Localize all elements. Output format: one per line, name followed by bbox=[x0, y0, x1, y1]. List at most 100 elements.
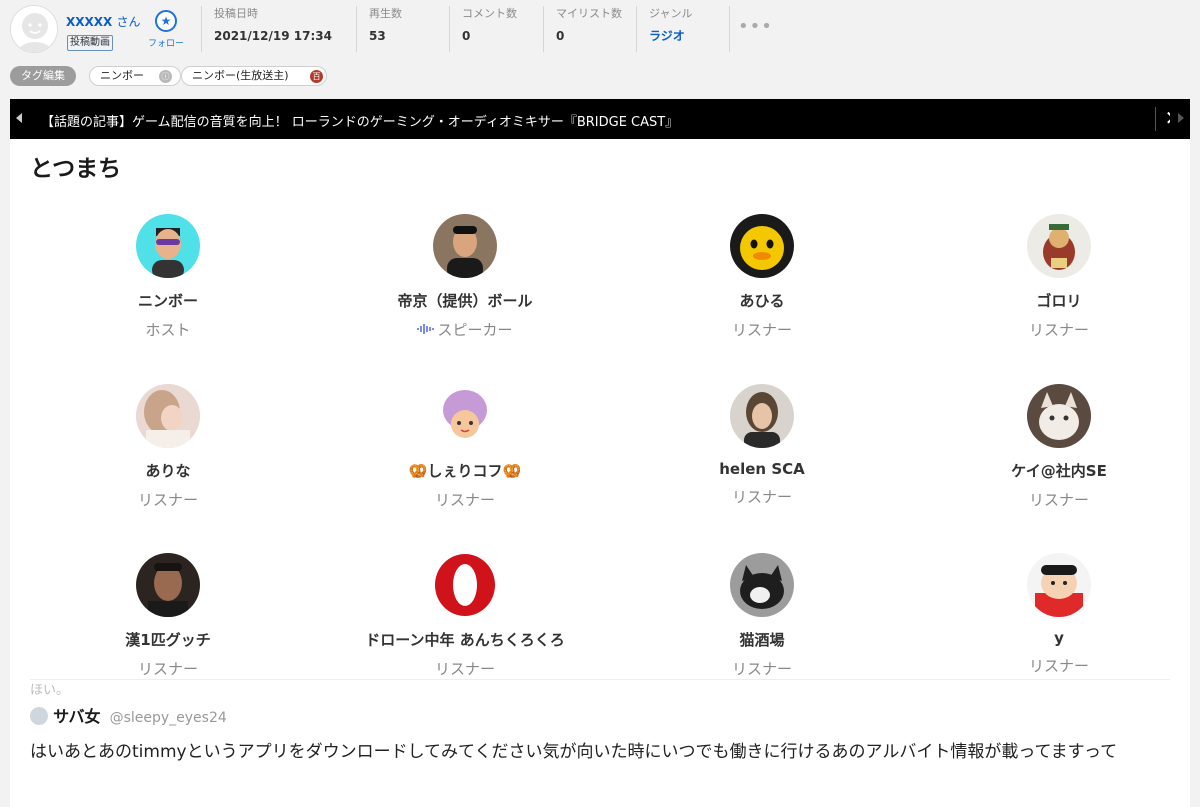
stat-label: 投稿日時 bbox=[214, 7, 258, 20]
member-card[interactable]: 漢1匹グッチ リスナー bbox=[38, 553, 298, 679]
member-card[interactable]: ドローン中年 あんちくろくろ リスナー bbox=[335, 553, 595, 679]
member-card[interactable]: 猫酒場 リスナー bbox=[632, 553, 892, 679]
member-name: ドローン中年 あんちくろくろ bbox=[365, 631, 565, 649]
default-avatar-icon bbox=[11, 6, 57, 52]
comment-handle: @sleepy_eyes24 bbox=[109, 710, 227, 726]
person-avatar-icon bbox=[433, 214, 497, 278]
tag-label[interactable]: ニンボー bbox=[100, 69, 144, 82]
tag-label[interactable]: ニンボー(生放送主) bbox=[192, 69, 289, 82]
opera-logo-icon bbox=[433, 553, 497, 617]
dictionary-icon[interactable]: ⓘ bbox=[159, 70, 172, 83]
member-card[interactable]: ケイ@社内SE リスナー bbox=[929, 384, 1189, 510]
person-avatar-icon bbox=[136, 384, 200, 448]
star-icon: ★ bbox=[155, 10, 177, 32]
member-name: 🥨しぇりコフ🥨 bbox=[408, 462, 522, 480]
comment-body: はいあとあのtimmyというアプリをダウンロードしてみてください気が向いた時にい… bbox=[30, 742, 1118, 762]
user-name-link[interactable]: XXXXX さん bbox=[66, 13, 140, 30]
member-card[interactable]: 🥨しぇりコフ🥨 リスナー bbox=[335, 384, 595, 510]
next-arrow-icon[interactable] bbox=[1178, 113, 1184, 123]
user-suffix: さん bbox=[116, 15, 141, 29]
news-divider bbox=[1155, 107, 1156, 131]
member-name: 漢1匹グッチ bbox=[125, 631, 211, 649]
member-role: ホスト bbox=[145, 321, 191, 339]
posted-videos-badge[interactable]: 投稿動画 bbox=[67, 35, 113, 51]
stat-label: 再生数 bbox=[369, 7, 402, 20]
follow-button[interactable]: ★ フォロー bbox=[146, 10, 186, 49]
character-avatar-icon bbox=[1027, 553, 1091, 617]
stat-posted-date: 投稿日時 2021/12/19 17:34 bbox=[201, 6, 356, 52]
member-card[interactable]: y リスナー bbox=[929, 553, 1189, 676]
member-avatar bbox=[1027, 553, 1091, 617]
member-card[interactable]: helen SCA リスナー bbox=[632, 384, 892, 507]
tag-item[interactable]: ニンボー(生放送主) 百 bbox=[181, 66, 327, 86]
video-info-header: XXXXX さん 投稿動画 ★ フォロー 投稿日時 2021/12/19 17:… bbox=[0, 0, 1200, 62]
person-avatar-icon bbox=[136, 553, 200, 617]
member-avatar bbox=[136, 384, 200, 448]
member-avatar bbox=[1027, 214, 1091, 278]
stat-value: 0 bbox=[556, 29, 565, 43]
stat-value: 53 bbox=[369, 29, 386, 43]
member-avatar bbox=[136, 214, 200, 278]
person-avatar-icon bbox=[136, 214, 200, 278]
member-card[interactable]: ありな リスナー bbox=[38, 384, 298, 510]
member-avatar bbox=[433, 384, 497, 448]
member-avatar bbox=[730, 214, 794, 278]
news-banner[interactable]: 【話題の記事】ゲーム配信の音質を向上！ ローランドのゲーミング・オーディオミキサ… bbox=[10, 99, 1190, 139]
character-avatar-icon bbox=[1027, 214, 1091, 278]
user-avatar[interactable] bbox=[10, 5, 58, 53]
member-card[interactable]: ゴロリ リスナー bbox=[929, 214, 1189, 340]
member-name: y bbox=[1054, 629, 1064, 647]
follow-label: フォロー bbox=[147, 39, 184, 49]
previous-comment-fragment: ほい。 bbox=[30, 683, 70, 698]
member-name: ゴロリ bbox=[1036, 292, 1082, 310]
member-role: リスナー bbox=[434, 491, 495, 509]
member-avatar bbox=[433, 214, 497, 278]
stat-label: ジャンル bbox=[649, 7, 693, 20]
tag-item[interactable]: ニンボー ⓘ bbox=[89, 66, 181, 86]
member-role: リスナー bbox=[137, 491, 198, 509]
prev-arrow-icon[interactable] bbox=[16, 113, 22, 123]
member-role: リスナー bbox=[731, 660, 792, 678]
stat-mylist: マイリスト数 0 bbox=[543, 6, 636, 52]
member-card[interactable]: あひる リスナー bbox=[632, 214, 892, 340]
news-headline[interactable]: 【話題の記事】ゲーム配信の音質を向上！ ローランドのゲーミング・オーディオミキサ… bbox=[41, 111, 678, 130]
member-name: ニンボー bbox=[137, 292, 198, 310]
video-player[interactable]: 【話題の記事】ゲーム配信の音質を向上！ ローランドのゲーミング・オーディオミキサ… bbox=[10, 99, 1190, 807]
speaking-wave-icon bbox=[417, 324, 435, 334]
comment-item: サバ女 @sleepy_eyes24 はいあとあのtimmyというアプリをダウン… bbox=[30, 703, 1190, 765]
member-name: あひる bbox=[739, 292, 785, 310]
stat-value: 2021/12/19 17:34 bbox=[214, 29, 332, 43]
genre-link[interactable]: ラジオ bbox=[649, 27, 729, 45]
cat-avatar-icon bbox=[1027, 384, 1091, 448]
member-card[interactable]: ニンボー ホスト bbox=[38, 214, 298, 340]
member-card[interactable]: 帝京（提供）ボール スピーカー bbox=[335, 214, 595, 340]
member-role: リスナー bbox=[1028, 321, 1089, 339]
member-role: リスナー bbox=[434, 660, 495, 678]
member-avatar bbox=[730, 553, 794, 617]
member-avatar bbox=[136, 553, 200, 617]
stat-label: マイリスト数 bbox=[556, 7, 622, 20]
character-avatar-icon bbox=[433, 384, 497, 448]
room-title: とつまち bbox=[30, 156, 122, 182]
member-name: ケイ@社内SE bbox=[1011, 462, 1107, 480]
dictionary-icon[interactable]: 百 bbox=[310, 70, 323, 83]
comment-author: サバ女 bbox=[53, 707, 101, 726]
member-role: リスナー bbox=[137, 660, 198, 678]
member-avatar bbox=[730, 384, 794, 448]
member-role: スピーカー bbox=[335, 319, 595, 340]
stat-views: 再生数 53 bbox=[356, 6, 449, 52]
member-role: リスナー bbox=[731, 488, 792, 506]
stat-comments: コメント数 0 bbox=[449, 6, 543, 52]
more-options-button[interactable]: ••• bbox=[738, 16, 773, 37]
member-name: helen SCA bbox=[719, 460, 805, 478]
section-divider bbox=[30, 679, 1170, 680]
member-role: リスナー bbox=[1028, 491, 1089, 509]
member-name: 帝京（提供）ボール bbox=[397, 292, 533, 310]
member-role: リスナー bbox=[731, 321, 792, 339]
commenter-avatar bbox=[30, 707, 48, 725]
stat-genre: ジャンル ラジオ bbox=[636, 6, 729, 52]
member-name: ありな bbox=[145, 462, 191, 480]
news-right-edge bbox=[1170, 99, 1190, 139]
tag-edit-button[interactable]: タグ編集 bbox=[10, 66, 76, 86]
stat-value: 0 bbox=[462, 29, 471, 43]
